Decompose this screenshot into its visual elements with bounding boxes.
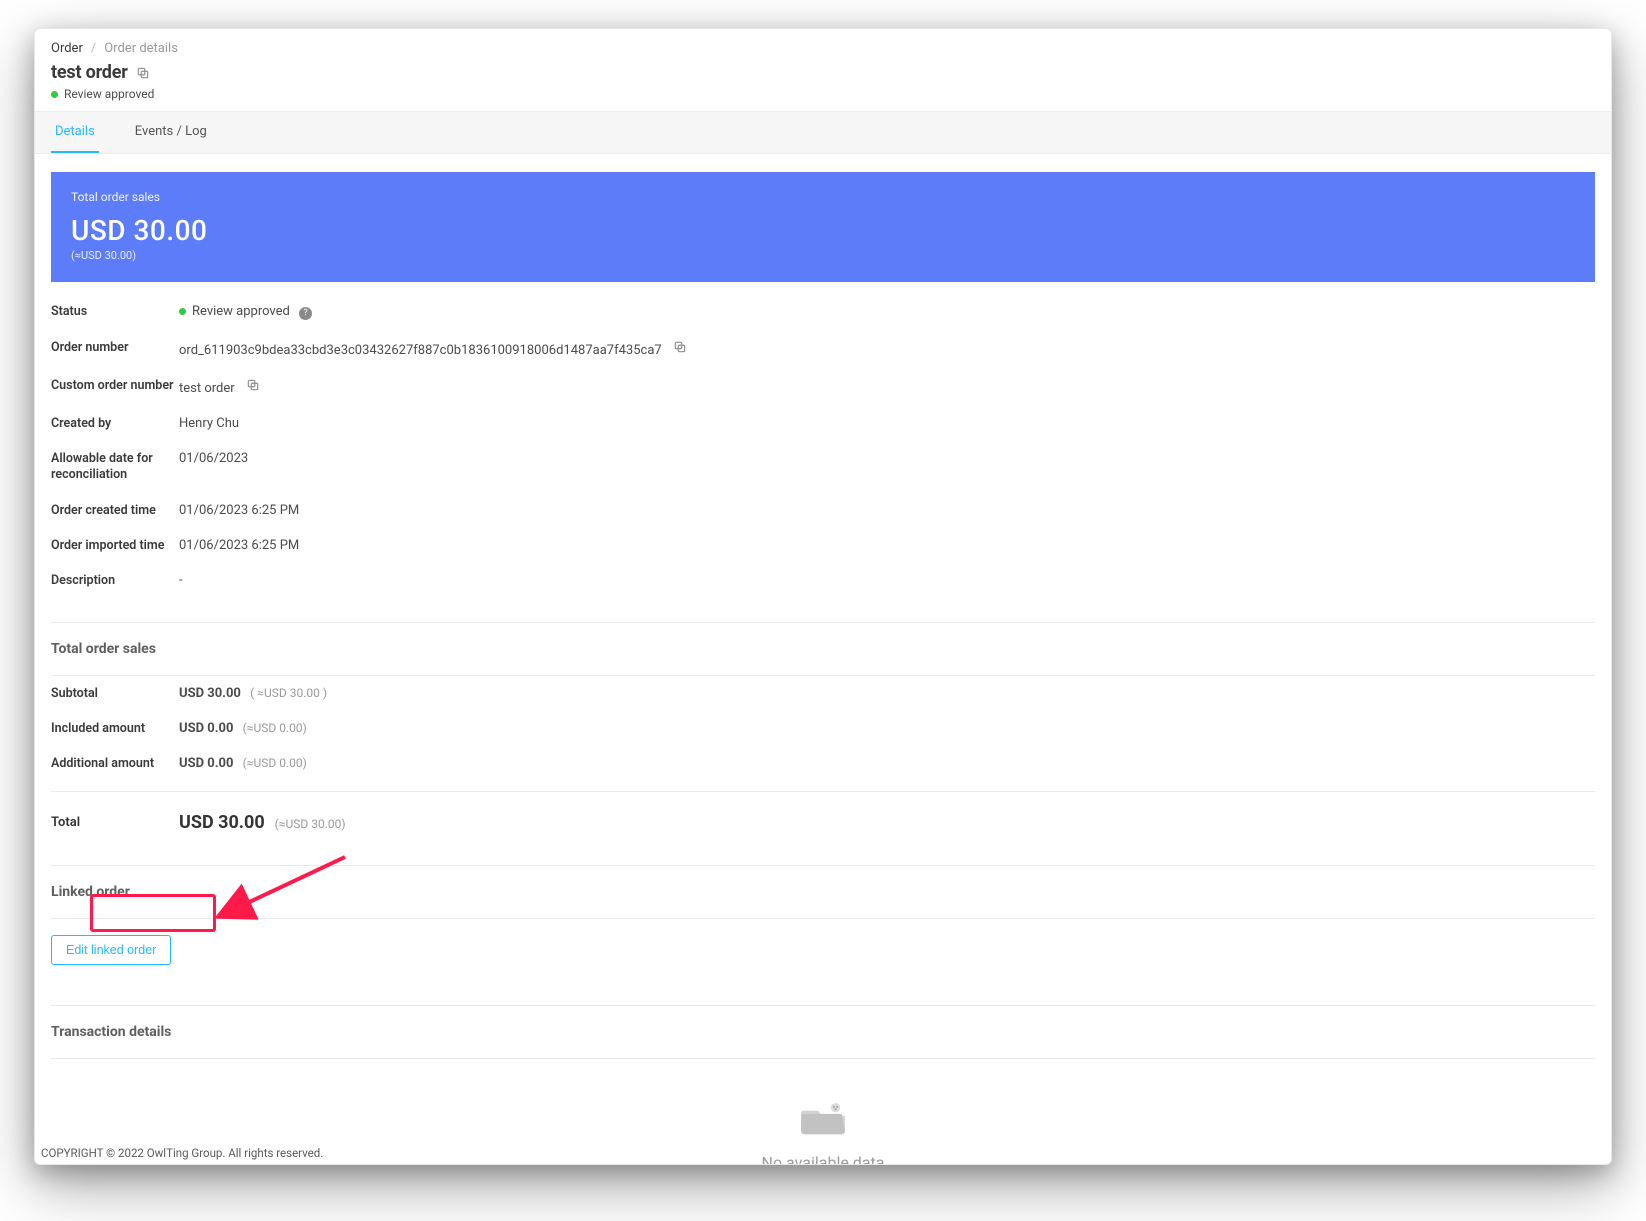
row-created-time: Order created time 01/06/2023 6:25 PM: [51, 493, 1595, 528]
section-title-transaction: Transaction details: [51, 1006, 1595, 1058]
subtotal-label: Subtotal: [51, 686, 179, 701]
hero-label: Total order sales: [71, 190, 1575, 204]
total-eq: (≈USD 30.00): [275, 817, 346, 831]
row-included: Included amount USD 0.00 (≈USD 0.00): [51, 711, 1595, 746]
sales-rows: Subtotal USD 30.00 ( ≈USD 30.00 ) Includ…: [51, 676, 1595, 853]
row-additional: Additional amount USD 0.00 (≈USD 0.00): [51, 746, 1595, 781]
total-sales-hero: Total order sales USD 30.00 (≈USD 30.00): [51, 172, 1595, 282]
empty-folder-icon: [798, 1097, 848, 1141]
created-by-label: Created by: [51, 416, 179, 431]
breadcrumb-current: Order details: [104, 41, 178, 56]
allowable-label: Allowable date for reconciliation: [51, 451, 179, 484]
total-value: USD 30.00 (≈USD 30.00): [179, 812, 346, 833]
page-title-row: test order: [35, 60, 1611, 87]
row-description: Description -: [51, 563, 1595, 598]
row-imported-time: Order imported time 01/06/2023 6:25 PM: [51, 528, 1595, 563]
total-label: Total: [51, 815, 179, 830]
order-number-value: ord_611903c9bdea33cbd3e3c03432627f887c0b…: [179, 340, 687, 358]
row-created-by: Created by Henry Chu: [51, 406, 1595, 441]
edit-linked-order-button[interactable]: Edit linked order: [51, 935, 171, 965]
section-title-sales: Total order sales: [51, 623, 1595, 675]
row-status: Status Review approved ?: [51, 294, 1595, 330]
created-by-value: Henry Chu: [179, 416, 239, 431]
page-status: Review approved: [35, 87, 1611, 111]
order-number-label: Order number: [51, 340, 179, 355]
total-text: USD 30.00: [179, 812, 265, 833]
included-label: Included amount: [51, 721, 179, 736]
custom-order-label: Custom order number: [51, 378, 179, 393]
row-order-number: Order number ord_611903c9bdea33cbd3e3c03…: [51, 330, 1595, 368]
tab-details[interactable]: Details: [51, 112, 99, 153]
included-eq: (≈USD 0.00): [243, 721, 307, 735]
copy-icon[interactable]: [136, 66, 150, 80]
linked-section: Edit linked order: [51, 919, 1595, 993]
copy-icon[interactable]: [673, 340, 687, 354]
included-value: USD 0.00 (≈USD 0.00): [179, 721, 307, 736]
custom-order-value: test order: [179, 378, 260, 396]
section-title-linked: Linked order: [51, 866, 1595, 918]
subtotal-text: USD 30.00: [179, 686, 241, 701]
detail-rows: Status Review approved ? Order number or…: [51, 282, 1595, 610]
order-number-text: ord_611903c9bdea33cbd3e3c03432627f887c0b…: [179, 343, 662, 358]
additional-eq: (≈USD 0.00): [243, 756, 307, 770]
row-custom-order: Custom order number test order: [51, 368, 1595, 406]
status-value-text: Review approved: [192, 304, 290, 319]
custom-order-text: test order: [179, 381, 235, 396]
copyright-footer: COPYRIGHT © 2022 OwlTing Group. All righ…: [41, 1146, 323, 1160]
page-status-text: Review approved: [64, 87, 154, 101]
row-subtotal: Subtotal USD 30.00 ( ≈USD 30.00 ): [51, 676, 1595, 711]
additional-label: Additional amount: [51, 756, 179, 771]
row-total: Total USD 30.00 (≈USD 30.00): [51, 791, 1595, 853]
status-dot-icon: [51, 91, 58, 98]
row-allowable: Allowable date for reconciliation 01/06/…: [51, 441, 1595, 494]
breadcrumb: Order / Order details: [35, 29, 1611, 60]
status-dot-icon: [179, 308, 186, 315]
included-text: USD 0.00: [179, 721, 233, 736]
hero-amount: USD 30.00: [71, 214, 1575, 247]
hero-approx: (≈USD 30.00): [71, 249, 1575, 262]
subtotal-eq: ( ≈USD 30.00 ): [250, 686, 327, 700]
created-time-value: 01/06/2023 6:25 PM: [179, 503, 299, 518]
copy-icon[interactable]: [246, 378, 260, 392]
imported-time-label: Order imported time: [51, 538, 179, 553]
page-title: test order: [51, 62, 128, 83]
tab-events-log[interactable]: Events / Log: [131, 112, 211, 153]
tabs-bar: Details Events / Log: [35, 111, 1611, 154]
breadcrumb-separator: /: [91, 41, 96, 56]
info-icon[interactable]: ?: [299, 307, 312, 320]
additional-text: USD 0.00: [179, 756, 233, 771]
status-value: Review approved ?: [179, 304, 312, 320]
created-time-label: Order created time: [51, 503, 179, 518]
page-wrap: Order / Order details test order Review …: [34, 28, 1612, 1165]
description-label: Description: [51, 573, 179, 588]
empty-text: No available data: [762, 1153, 885, 1165]
additional-value: USD 0.00 (≈USD 0.00): [179, 756, 307, 771]
status-label: Status: [51, 304, 179, 319]
allowable-value: 01/06/2023: [179, 451, 248, 466]
description-value: -: [179, 573, 183, 588]
imported-time-value: 01/06/2023 6:25 PM: [179, 538, 299, 553]
subtotal-value: USD 30.00 ( ≈USD 30.00 ): [179, 686, 327, 701]
content: Total order sales USD 30.00 (≈USD 30.00)…: [35, 154, 1611, 1165]
breadcrumb-root[interactable]: Order: [51, 41, 83, 56]
